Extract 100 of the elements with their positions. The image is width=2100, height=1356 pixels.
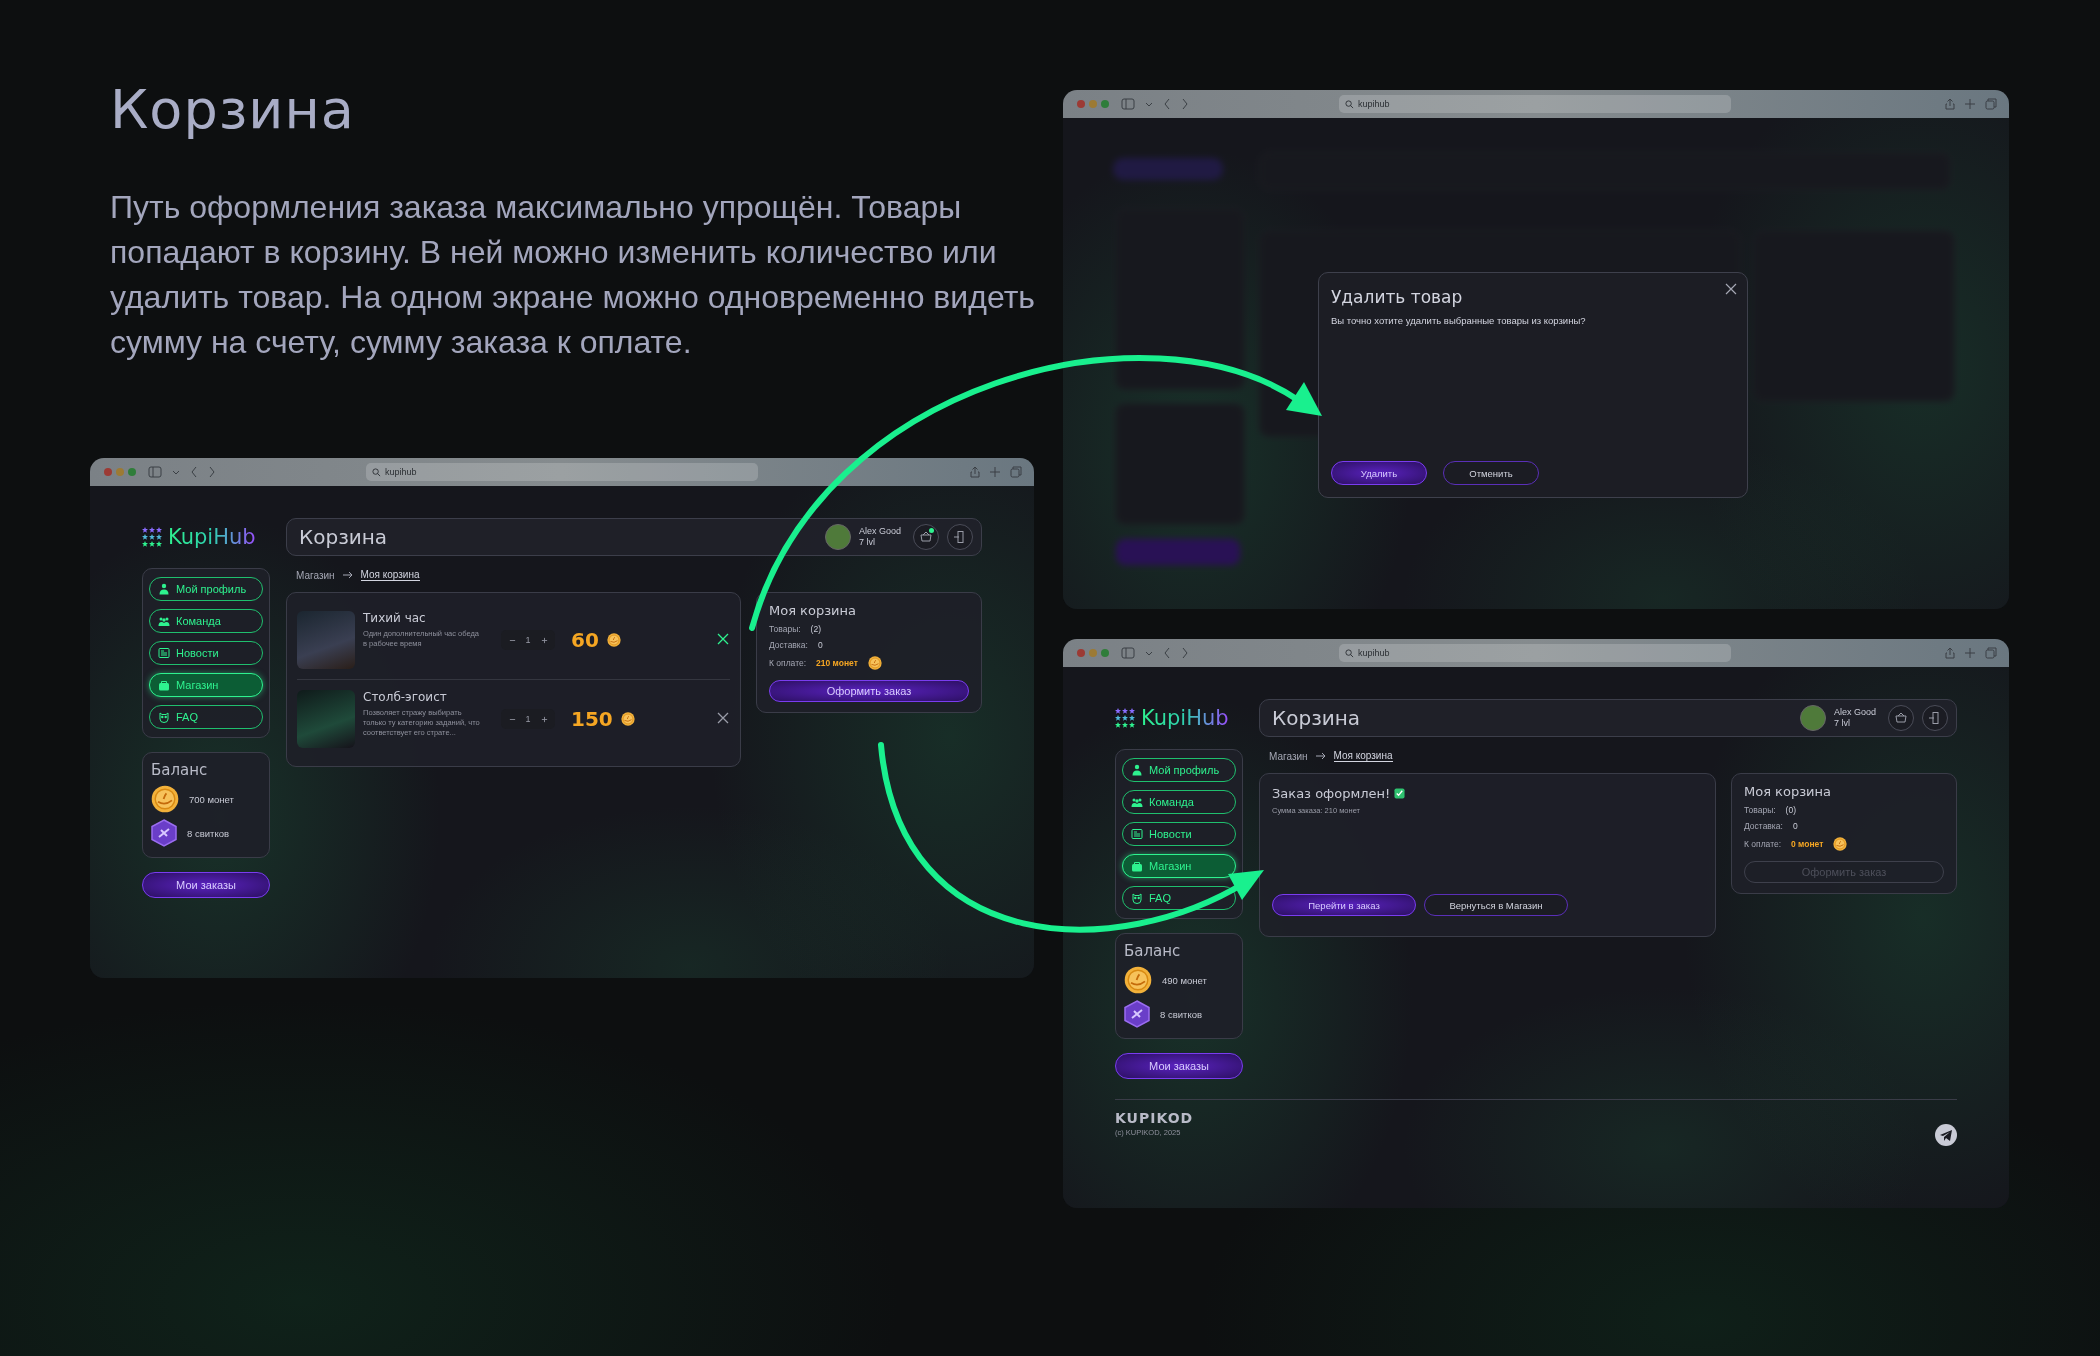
window-controls-icon[interactable] [1075,98,1111,110]
summary-label: Доставка: [1744,821,1783,831]
forward-icon[interactable] [1181,647,1189,659]
forward-icon[interactable] [1181,98,1189,110]
coin-icon [1833,837,1848,851]
product-price: 150 [571,707,613,731]
back-icon[interactable] [190,466,198,478]
product-title: Столб-эгоист [363,690,448,704]
summary-value: 0 [817,640,823,650]
stars-grid-icon [1115,708,1135,728]
coin-icon [1124,966,1152,994]
cart-button[interactable] [913,524,939,550]
remove-button[interactable] [716,712,730,726]
quantity-value: 1 [524,635,532,645]
sidebar-icon[interactable] [1121,98,1135,110]
dialog-message: Вы точно хотите удалить выбранные товары из корзины? [1331,315,1587,326]
address-bar[interactable]: kupihub [366,463,758,481]
go-to-order-button[interactable]: Перейти в заказ [1272,894,1416,916]
quantity-value: 1 [524,714,532,724]
coin-icon [151,785,179,813]
bag-icon [1131,860,1143,872]
hexagon-icon [1124,1000,1150,1028]
back-to-shop-button[interactable]: Вернуться в Магазин [1424,894,1568,916]
address-bar[interactable]: kupihub [1339,644,1731,662]
logo-text[interactable]: KupiHub [168,525,256,549]
plus-icon[interactable] [1965,98,1975,110]
product-title: Тихий час [363,611,427,625]
total-amount: 210 монет [816,658,858,668]
tabs-icon[interactable] [1010,466,1022,478]
close-button[interactable] [1725,283,1737,295]
people-icon [1131,796,1143,808]
share-icon[interactable] [1945,98,1955,110]
logout-button[interactable] [947,524,973,550]
window-controls-icon[interactable] [1075,647,1111,659]
scroll-balance: 8 свитков [187,827,229,839]
avatar[interactable] [824,524,851,550]
nav-item[interactable]: Магазин [149,673,263,697]
tabs-icon[interactable] [1985,647,1997,659]
photo-placeholder [297,690,355,748]
user-name: Alex Good [1833,707,1876,718]
address-bar[interactable]: kupihub [1339,95,1731,113]
paper-plane-icon[interactable] [1935,1124,1957,1146]
door-icon [953,530,967,544]
basket-icon [1894,711,1908,725]
plus-icon [540,636,548,644]
user-name: Alex Good [858,526,901,537]
coin-icon [606,633,621,647]
summary-value: (2) [810,624,821,634]
newspaper-icon [1131,828,1143,840]
breadcrumb-link[interactable]: Магазин [296,569,335,581]
my-orders-button[interactable]: Мои заказы [1115,1053,1243,1079]
hexagon-icon [151,819,177,847]
balance-title: Баланс [151,761,209,779]
summary-value: 0 [1792,821,1798,831]
person-icon [1131,764,1143,776]
share-icon[interactable] [1945,647,1955,659]
summary-value: (0) [1785,805,1796,815]
share-icon[interactable] [970,466,980,478]
user-level: 7 lvl [858,537,876,548]
footer-logo: KUPIKOD [1115,1110,1194,1126]
checkout-button[interactable]: Оформить заказ [769,680,969,702]
sidebar-icon[interactable] [1121,647,1135,659]
delete-button[interactable]: Удалить [1331,461,1427,485]
product-price: 60 [571,628,599,652]
logout-button[interactable] [1922,705,1948,731]
forward-icon[interactable] [208,466,216,478]
remove-button[interactable] [716,633,730,647]
window-controls-icon[interactable] [102,466,138,478]
logo-text[interactable]: KupiHub [1141,706,1229,730]
my-orders-button[interactable]: Мои заказы [142,872,270,898]
plus-icon[interactable] [1965,647,1975,659]
cancel-button[interactable]: Отменить [1443,461,1539,485]
arrow-right-icon [1315,752,1326,760]
coin-icon [620,712,635,726]
summary-label: Доставка: [769,640,808,650]
sidebar-icon[interactable] [148,466,162,478]
back-icon[interactable] [1163,98,1171,110]
summary-label: К оплате: [769,658,807,668]
nav-item[interactable]: Магазин [1122,854,1236,878]
page-title: Корзина [299,525,388,549]
user-level: 7 lvl [1833,718,1851,729]
avatar[interactable] [1799,705,1826,731]
breadcrumb-link[interactable]: Магазин [1269,750,1308,762]
balance-title: Баланс [1124,942,1182,960]
tabs-icon[interactable] [1985,98,1997,110]
back-icon[interactable] [1163,647,1171,659]
coin-balance: 490 монет [1162,974,1207,986]
total-amount: 0 монет [1791,839,1824,849]
summary-label: Товары: [1744,805,1776,815]
stars-grid-icon [142,527,162,547]
bag-icon [158,679,170,691]
confirmation-title: Заказ оформлен! [1272,786,1391,801]
breadcrumb-current: Моя корзина [1333,750,1393,762]
scroll-balance: 8 свитков [1160,1008,1202,1020]
coin-icon [867,656,882,670]
summary-title: Моя корзина [769,603,857,618]
cart-button[interactable] [1888,705,1914,731]
page-title: Корзина [1272,706,1361,730]
plus-icon[interactable] [990,466,1000,478]
summary-label: Товары: [769,624,801,634]
